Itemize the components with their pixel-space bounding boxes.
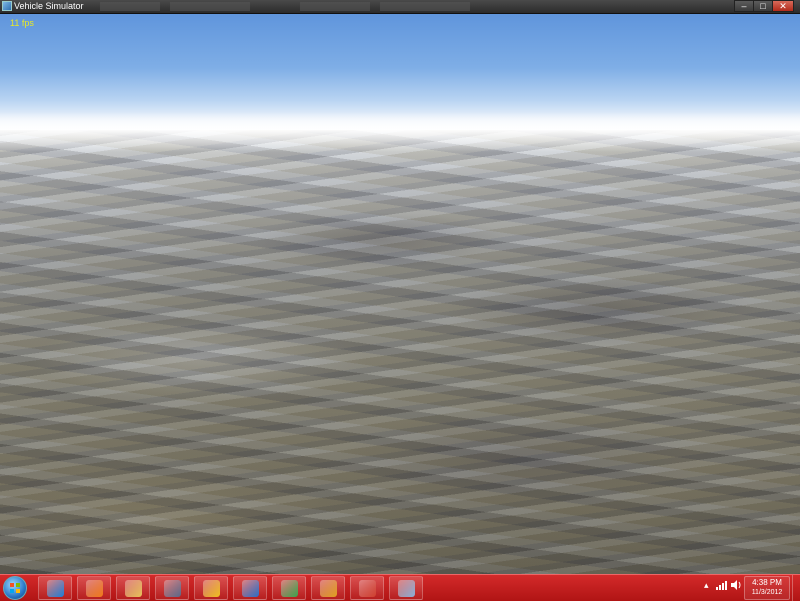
paint-app-icon [359, 580, 376, 597]
clock-date: 11/3/2012 [751, 589, 783, 596]
taskbar-button-window-app[interactable] [155, 576, 189, 600]
taskbar: ▴ 4:38 PM 11/3/2012 [0, 574, 800, 601]
clock-time: 4:38 PM [752, 578, 782, 587]
close-button[interactable]: ✕ [772, 0, 794, 12]
terrain [0, 130, 800, 574]
title-bar-ghost-tab [170, 2, 250, 11]
media-player-icon [86, 580, 103, 597]
chrome-icon [281, 580, 298, 597]
window-app-icon [164, 580, 181, 597]
taskbar-button-media-player[interactable] [77, 576, 111, 600]
simulator-viewport[interactable]: 11 fps [0, 14, 800, 574]
show-desktop-button[interactable] [792, 575, 800, 601]
taskbar-button-yellow-app[interactable] [194, 576, 228, 600]
taskbar-button-file-explorer[interactable] [116, 576, 150, 600]
taskbar-button-internet-explorer[interactable] [38, 576, 72, 600]
title-bar-ghost-tab [300, 2, 370, 11]
file-explorer-icon [125, 580, 142, 597]
maximize-button[interactable]: □ [753, 0, 773, 12]
show-hidden-icons-button[interactable]: ▴ [704, 580, 709, 591]
title-bar-ghost-tab [100, 2, 160, 11]
windows-orb-icon[interactable] [3, 576, 27, 600]
system-clock[interactable]: 4:38 PM 11/3/2012 [744, 576, 790, 600]
taskbar-button-google-earth[interactable] [233, 576, 267, 600]
window-title: Vehicle Simulator [14, 1, 84, 11]
internet-explorer-icon [47, 580, 64, 597]
yellow-app-icon [203, 580, 220, 597]
minimize-button[interactable]: – [734, 0, 754, 12]
google-earth-icon [242, 580, 259, 597]
taskbar-button-paint-app[interactable] [350, 576, 384, 600]
vehicle-simulator-icon [398, 580, 415, 597]
taskbar-button-chrome[interactable] [272, 576, 306, 600]
title-bar-ghost-tab [380, 2, 470, 11]
app-icon [2, 1, 12, 11]
title-bar: Vehicle Simulator – □ ✕ [0, 0, 800, 14]
network-signal-icon[interactable] [716, 580, 728, 592]
fps-counter: 11 fps [10, 18, 34, 28]
taskbar-button-vehicle-simulator[interactable] [389, 576, 423, 600]
notebook-app-icon [320, 580, 337, 597]
volume-icon[interactable] [731, 580, 742, 592]
taskbar-button-notebook-app[interactable] [311, 576, 345, 600]
horizon-haze [0, 112, 800, 152]
